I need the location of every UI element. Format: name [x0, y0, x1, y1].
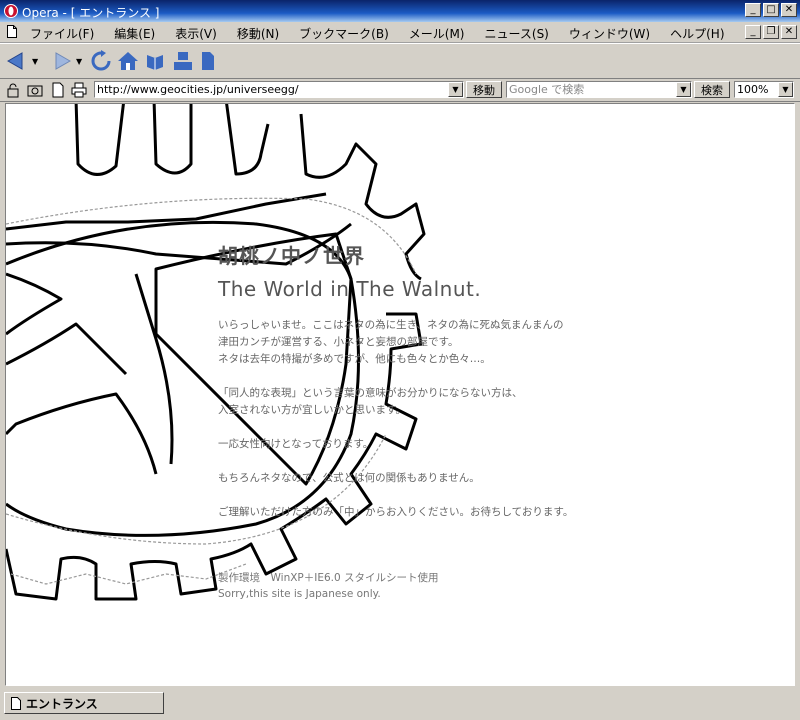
window-title: Opera - [ エントランス ]	[22, 6, 160, 20]
forward-icon	[55, 52, 72, 70]
back-history-dropdown-icon[interactable]: ▼	[32, 57, 38, 66]
page-tab[interactable]: エントランス	[4, 692, 164, 714]
mdi-minimize-button[interactable]: _	[745, 25, 761, 39]
page-tab-label: エントランス	[26, 696, 98, 711]
maximize-button[interactable]: □	[763, 3, 779, 17]
language-note: Sorry,this site is Japanese only.	[218, 588, 381, 600]
paragraph-line: ネタは去年の特撮が多めですが、他にも色々とか色々…。	[218, 353, 491, 365]
search-field[interactable]: ▼	[506, 81, 692, 98]
menu-bar: ファイル(F) 編集(E) 表示(V) 移動(N) ブックマーク(B) メール(M) ニュー…	[0, 22, 800, 43]
navigation-toolbar: ▼ ▼	[0, 43, 800, 79]
close-button[interactable]: ✕	[781, 3, 797, 17]
menu-navigation[interactable]: 移動(N)	[237, 25, 279, 42]
intro-paragraphs: いらっしゃいませ。ここはネタの為に生き、ネタの為に死ぬ気まんまんの 津田カンチが運…	[218, 317, 573, 521]
menu-edit[interactable]: 編集(E)	[114, 25, 155, 42]
paragraph-line: 津田カンチが運営する、小ネタと妄想の部屋です。	[218, 336, 459, 348]
forward-history-dropdown-icon[interactable]: ▼	[76, 57, 82, 66]
reload-icon	[91, 50, 111, 71]
menu-window[interactable]: ウィンドウ(W)	[569, 25, 650, 42]
intro-paragraph: いらっしゃいませ。ここはネタの為に生き、ネタの為に死ぬ気まんまんの 津田カンチが運…	[218, 317, 573, 368]
intro-paragraph: ご理解いただけた方のみ「中」からお入りください。お待ちしております。	[218, 504, 573, 521]
paragraph-line: 入室されない方が宜しいかと思います。	[218, 404, 406, 416]
close-icon: ✕	[784, 4, 794, 15]
security-lock-icon[interactable]	[5, 82, 21, 98]
go-button[interactable]: 移動	[466, 81, 502, 98]
hotlist-icon	[147, 55, 163, 70]
page-body: 胡桃ノ中ノ世界 The World in The Walnut. いらっしゃいま…	[218, 240, 573, 538]
zoom-dropdown-icon[interactable]: ▼	[778, 82, 793, 97]
print-icon	[174, 52, 192, 70]
zoom-field[interactable]: ▼	[734, 81, 794, 98]
address-bar: ▼ 移動 ▼ 検索 ▼	[0, 79, 800, 102]
document-icon[interactable]	[50, 82, 66, 98]
forward-button[interactable]: ▼	[50, 48, 82, 74]
site-title: 胡桃ノ中ノ世界	[218, 244, 365, 268]
intro-paragraph: 「同人的な表現」という言葉の意味がお分かりにならない方は、 入室されない方が宜しい…	[218, 385, 573, 419]
camera-icon[interactable]	[27, 82, 43, 98]
intro-paragraph: 一応女性向けとなっております。	[218, 436, 573, 453]
menu-news[interactable]: ニュース(S)	[484, 25, 548, 42]
page-footer: 製作環境 WinXP＋IE6.0 スタイルシート使用 Sorry,this si…	[218, 570, 439, 602]
minimize-icon: _	[750, 4, 756, 15]
address-field[interactable]: ▼	[94, 81, 464, 98]
mdi-close-button[interactable]: ✕	[781, 25, 797, 39]
menu-view[interactable]: 表示(V)	[175, 25, 217, 42]
page-button[interactable]	[200, 48, 216, 74]
paragraph-line: 「同人的な表現」という言葉の意味がお分かりにならない方は、	[218, 387, 523, 399]
site-subtitle: The World in The Walnut.	[218, 277, 482, 301]
status-bar: エントランス	[0, 688, 800, 720]
home-icon	[118, 52, 138, 70]
maximize-icon: □	[766, 4, 776, 15]
restore-icon: ❐	[766, 26, 776, 37]
menu-file[interactable]: ファイル(F)	[30, 25, 94, 42]
document-icon	[11, 696, 21, 710]
url-history-dropdown-icon[interactable]: ▼	[448, 82, 463, 97]
menu-bookmarks[interactable]: ブックマーク(B)	[299, 25, 389, 42]
search-input[interactable]	[507, 82, 673, 97]
search-button[interactable]: 検索	[694, 81, 730, 98]
home-button[interactable]	[116, 48, 140, 74]
print-button[interactable]	[172, 48, 194, 74]
zoom-input[interactable]	[735, 82, 775, 97]
reload-button[interactable]	[90, 48, 112, 74]
paragraph-line: ご理解いただけた方のみ「中」からお入りください。お待ちしております。	[218, 506, 574, 518]
close-icon: ✕	[784, 26, 794, 37]
hotlist-button[interactable]	[144, 48, 166, 74]
menu-help[interactable]: ヘルプ(H)	[670, 25, 724, 42]
document-icon	[7, 25, 17, 38]
opera-logo-icon	[4, 4, 18, 18]
paragraph-line: もちろんネタなので、公式とは何の関係もありません。	[218, 472, 480, 484]
search-engine-dropdown-icon[interactable]: ▼	[676, 82, 691, 97]
url-input[interactable]	[95, 82, 445, 97]
mdi-restore-button[interactable]: ❐	[763, 25, 779, 39]
title-bar: Opera - [ エントランス ] _ □ ✕	[0, 0, 800, 22]
environment-note: 製作環境 WinXP＋IE6.0 スタイルシート使用	[218, 572, 439, 584]
back-button[interactable]: ▼	[6, 48, 38, 74]
paragraph-line: 一応女性向けとなっております。	[218, 438, 374, 450]
menu-mail[interactable]: メール(M)	[409, 25, 465, 42]
page-content: 胡桃ノ中ノ世界 The World in The Walnut. いらっしゃいま…	[5, 103, 795, 686]
minimize-button[interactable]: _	[745, 3, 761, 17]
page-icon	[202, 52, 214, 70]
print-icon[interactable]	[71, 82, 87, 98]
back-icon	[6, 52, 23, 70]
paragraph-line: いらっしゃいませ。ここはネタの為に生き、ネタの為に死ぬ気まんまんの	[218, 319, 564, 331]
intro-paragraph: もちろんネタなので、公式とは何の関係もありません。	[218, 470, 573, 487]
minimize-icon: _	[750, 26, 756, 37]
